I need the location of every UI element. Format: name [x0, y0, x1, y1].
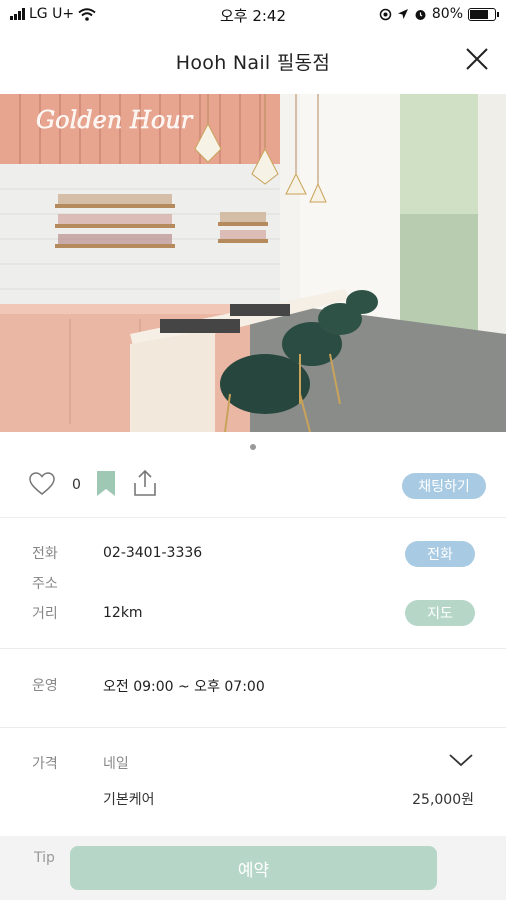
close-icon [466, 48, 488, 70]
page-title: Hooh Nail 필동점 [175, 51, 331, 74]
pagination-dot-active[interactable] [250, 444, 256, 450]
price-item-name: 기본케어 [103, 792, 155, 808]
location-arrow-icon [397, 9, 408, 19]
chat-button[interactable]: 채팅하기 [402, 473, 486, 499]
call-button[interactable]: 전화 [405, 541, 475, 567]
image-pagination [0, 444, 506, 450]
divider [0, 727, 506, 728]
status-bar: LG U+ 오후 2:42 80% [0, 0, 506, 30]
salon-interior-image: Golden Hour [0, 94, 506, 432]
bottom-bar: Tip 예약 [0, 836, 506, 900]
battery-icon [468, 7, 499, 21]
hours-label: 운영 [32, 678, 58, 694]
distance-label: 거리 [32, 606, 58, 622]
price-category[interactable]: 네일 [103, 753, 129, 773]
distance-value: 12km [103, 605, 143, 621]
price-item-amount: 25,000원 [412, 792, 474, 808]
share-icon[interactable] [132, 469, 158, 497]
status-right: 80% [379, 6, 499, 22]
like-count: 0 [72, 477, 81, 493]
chevron-down-icon[interactable] [448, 752, 474, 768]
hours-value: 오전 09:00 ~ 오후 07:00 [103, 679, 265, 695]
tip-label: Tip [34, 850, 55, 866]
shop-photo[interactable]: Golden Hour [0, 94, 506, 432]
header: Hooh Nail 필동점 [0, 30, 506, 92]
price-label: 가격 [32, 756, 58, 772]
neon-sign: Golden Hour [36, 106, 194, 134]
phone-number[interactable]: 02-3401-3336 [103, 545, 202, 561]
battery-percent: 80% [431, 6, 463, 22]
close-button[interactable] [462, 44, 492, 74]
divider [0, 648, 506, 649]
address-label: 주소 [32, 576, 58, 592]
target-icon [379, 8, 392, 20]
divider [0, 517, 506, 518]
phone-label: 전화 [32, 546, 58, 562]
action-row: 0 채팅하기 [0, 466, 506, 506]
reserve-button[interactable]: 예약 [70, 846, 437, 890]
alarm-icon [415, 9, 426, 20]
heart-icon[interactable] [28, 470, 56, 498]
bookmark-icon[interactable] [96, 470, 116, 498]
map-button[interactable]: 지도 [405, 600, 475, 626]
